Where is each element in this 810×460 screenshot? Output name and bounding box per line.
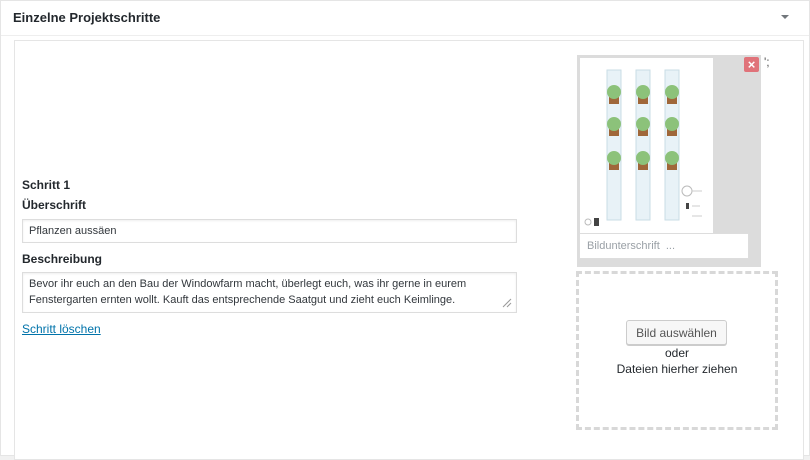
heading-input[interactable]	[22, 219, 517, 243]
description-label: Beschreibung	[22, 252, 103, 266]
step-title: Schritt 1	[22, 178, 71, 192]
plant-leaves	[665, 117, 679, 131]
plant-leaves	[607, 85, 621, 99]
heading-label: Überschrift	[22, 198, 87, 212]
resize-grip-icon[interactable]	[500, 296, 512, 308]
select-image-button[interactable]: Bild auswählen	[626, 320, 727, 345]
plant-leaves	[665, 151, 679, 165]
collapse-toggle-icon[interactable]	[779, 11, 791, 23]
plant-leaves	[665, 85, 679, 99]
plant-leaves	[607, 151, 621, 165]
or-label: oder	[664, 346, 690, 360]
description-textarea[interactable]: Bevor ihr euch an den Bau der Windowfarm…	[22, 272, 517, 313]
delete-step-link[interactable]: Schritt löschen	[22, 322, 101, 336]
step-image-thumbnail[interactable]	[580, 58, 713, 233]
plant-leaves	[607, 117, 621, 131]
plant-leaves	[636, 151, 650, 165]
windowfarm-illustration	[580, 58, 713, 233]
drop-files-label: Dateien hierher ziehen	[616, 362, 738, 376]
stray-text: ';	[764, 55, 770, 69]
image-caption-input[interactable]	[579, 233, 749, 259]
plant-leaves	[636, 117, 650, 131]
plant-leaves	[636, 85, 650, 99]
panel-header[interactable]: Einzelne Projektschritte	[1, 1, 809, 36]
panel-title: Einzelne Projektschritte	[13, 10, 161, 25]
remove-image-button[interactable]: ×	[744, 57, 759, 72]
